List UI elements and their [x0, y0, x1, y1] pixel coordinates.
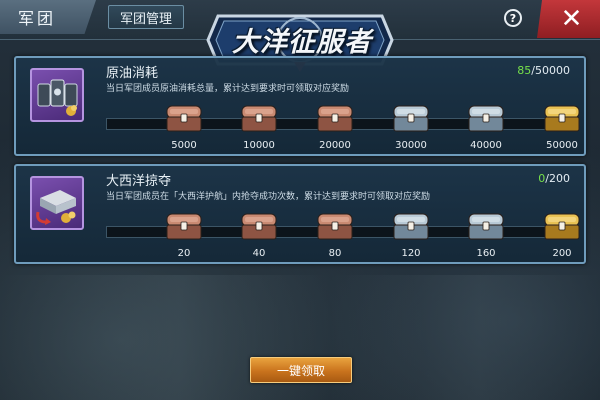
- milestone-label: 160: [476, 248, 496, 259]
- reward-chest-bronze-icon[interactable]: [164, 210, 204, 242]
- milestone-label: 20: [177, 248, 191, 259]
- milestone-label: 30000: [395, 140, 427, 151]
- milestone-label: 200: [552, 248, 572, 259]
- reward-chest-bronze-icon[interactable]: [164, 102, 204, 134]
- reward-chest-bronze-icon[interactable]: [315, 210, 355, 242]
- reward-chest-gold-icon[interactable]: [542, 210, 582, 242]
- progress-goal: /50000: [531, 64, 570, 77]
- oil-barrels-icon: [30, 68, 84, 122]
- task-panel-plunder: 大西洋掠夺 当日军团成员在「大西洋护航」内抢夺成功次数，累计达到要求时可领取对应…: [14, 164, 586, 264]
- tab-legion[interactable]: 军团: [0, 0, 96, 34]
- milestone-label: 80: [328, 248, 342, 259]
- reward-chest-silver-icon[interactable]: [466, 210, 506, 242]
- task-progress: 0/200: [538, 172, 570, 185]
- milestone-label: 20000: [319, 140, 351, 151]
- task-title: 大西洋掠夺: [106, 174, 172, 189]
- task-title: 原油消耗: [106, 66, 159, 81]
- progress-current: 85: [517, 64, 532, 77]
- milestone-label: 50000: [546, 140, 578, 151]
- reward-chest-bronze-icon[interactable]: [239, 102, 279, 134]
- milestone-label: 5000: [171, 140, 197, 151]
- reward-chest-silver-icon[interactable]: [391, 102, 431, 134]
- milestone-label: 40000: [470, 140, 502, 151]
- reward-chest-bronze-icon[interactable]: [315, 102, 355, 134]
- reward-chest-silver-icon[interactable]: [466, 102, 506, 134]
- logo-title: 大洋征服者: [232, 27, 372, 58]
- task-panel-oil: 原油消耗 当日军团成员原油消耗总量，累计达到要求时可领取对应奖励 85/5000…: [14, 56, 586, 156]
- tab-legion-management[interactable]: 军团管理: [108, 5, 184, 29]
- task-progress: 85/50000: [517, 64, 570, 77]
- milestone-label: 10000: [243, 140, 275, 151]
- milestone-label: 40: [252, 248, 266, 259]
- reward-chest-silver-icon[interactable]: [391, 210, 431, 242]
- task-description: 当日军团成员在「大西洋护航」内抢夺成功次数，累计达到要求时可领取对应奖励: [106, 192, 431, 202]
- help-icon[interactable]: ?: [504, 9, 522, 27]
- close-button[interactable]: ✕: [537, 0, 600, 38]
- milestone-label: 120: [401, 248, 421, 259]
- claim-all-button[interactable]: 一键领取: [250, 357, 352, 383]
- task-description: 当日军团成员原油消耗总量，累计达到要求时可领取对应奖励: [106, 84, 350, 94]
- progress-goal: /200: [545, 172, 570, 185]
- plunder-cargo-icon: [30, 176, 84, 230]
- reward-chest-bronze-icon[interactable]: [239, 210, 279, 242]
- reward-chest-gold-icon[interactable]: [542, 102, 582, 134]
